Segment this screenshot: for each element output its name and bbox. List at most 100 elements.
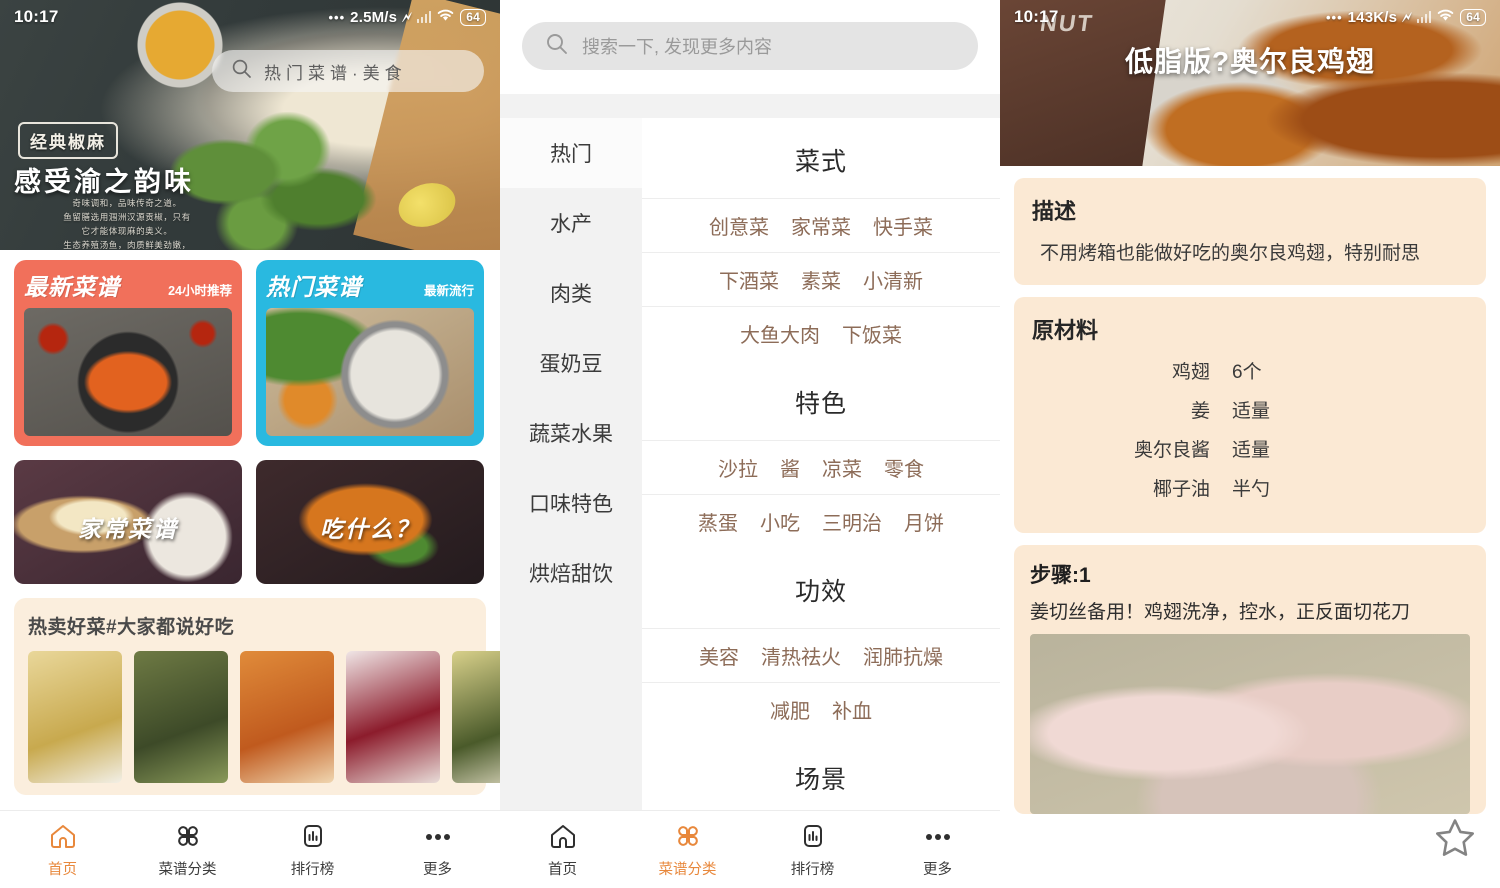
hot-sell-thumbnail-strip[interactable] — [28, 651, 500, 783]
bluetooth-icon: 🗲 — [402, 8, 412, 25]
tab-home[interactable]: 首页 — [0, 821, 125, 879]
sidebar-item-label: 烘焙甜饮 — [529, 563, 613, 586]
hero-line: 它才能体现麻的奥义。 — [81, 226, 173, 237]
category-tag-panel: 菜式 创意菜 家常菜 快手菜 下酒菜 素菜 小清新 大鱼大肉 下饭菜 特色 沙拉… — [642, 118, 1000, 810]
tag-chip[interactable]: 下酒菜 — [719, 265, 779, 294]
more-dots-icon — [921, 821, 955, 851]
tag-chip[interactable]: 家常菜 — [791, 211, 851, 240]
status-right-cluster: ••• 2.5M/s 🗲 64 — [329, 8, 486, 26]
card-hot-recipes[interactable]: 热门菜谱 最新流行 — [256, 260, 484, 446]
step-card: 步骤:1 姜切丝备用！鸡翅洗净，控水，正反面切花刀 — [1014, 545, 1486, 814]
chart-icon — [298, 821, 328, 851]
list-item[interactable] — [134, 651, 228, 783]
card-what-to-eat[interactable]: 吃什么？ — [256, 460, 484, 584]
ingredient-name: 椰子油 — [1152, 479, 1210, 500]
list-item[interactable] — [28, 651, 122, 783]
status-time: 10:17 — [1014, 7, 1059, 26]
tag-chip[interactable]: 快手菜 — [873, 211, 933, 240]
tab-more[interactable]: 更多 — [875, 821, 1000, 879]
tag-chip[interactable]: 大鱼大肉 — [740, 319, 820, 348]
sidebar-item-baking-drinks[interactable]: 烘焙甜饮 — [500, 538, 642, 608]
list-item[interactable] — [346, 651, 440, 783]
tag-chip[interactable]: 减肥 — [770, 695, 810, 724]
card-homestyle-recipes[interactable]: 家常菜谱 — [14, 460, 242, 584]
wifi-icon — [436, 8, 455, 26]
home-icon — [48, 821, 78, 851]
sidebar-item-label: 蛋奶豆 — [539, 353, 603, 376]
tab-categories[interactable]: 菜谱分类 — [625, 821, 750, 879]
hero-line: 鱼留膳选用涠洲汉源贡椒，只有 — [63, 212, 191, 223]
tab-label: 首页 — [48, 861, 77, 878]
tag-chip[interactable]: 凉菜 — [822, 453, 862, 482]
secondary-card-row: 家常菜谱 吃什么？ — [14, 460, 486, 584]
section-title-scene: 场景 — [794, 766, 847, 794]
tag-row: 创意菜 家常菜 快手菜 — [642, 198, 1000, 252]
ingredient-name: 奥尔良酱 — [1133, 440, 1210, 461]
sidebar-item-hot[interactable]: 热门 — [500, 118, 642, 188]
sidebar-item-label: 热门 — [550, 143, 592, 166]
tag-chip[interactable]: 补血 — [832, 695, 872, 724]
wifi-icon — [1436, 8, 1455, 26]
table-row: 姜 适量 — [1032, 396, 1468, 423]
sidebar-item-label: 蔬菜水果 — [529, 423, 613, 446]
card-header: 热门菜谱 最新流行 — [266, 268, 474, 302]
ingredient-name: 鸡翅 — [1171, 362, 1210, 383]
home-icon — [548, 821, 578, 851]
tag-row: 沙拉 酱 凉菜 零食 — [642, 440, 1000, 494]
tag-chip[interactable]: 美容 — [699, 641, 739, 670]
sidebar-item-flavor[interactable]: 口味特色 — [500, 468, 642, 538]
tab-home[interactable]: 首页 — [500, 821, 625, 879]
card-title: 热门菜谱 — [266, 274, 362, 300]
sidebar-item-egg-dairy-bean[interactable]: 蛋奶豆 — [500, 328, 642, 398]
tab-ranking[interactable]: 排行榜 — [250, 821, 375, 879]
tag-row: 蒸蛋 小吃 三明治 月饼 — [642, 494, 1000, 548]
tag-chip[interactable]: 蒸蛋 — [698, 507, 738, 536]
tag-chip[interactable]: 下饭菜 — [842, 319, 902, 348]
search-bar-home[interactable]: 热门菜谱·美食 — [212, 50, 484, 92]
ingredient-amount: 半勺 — [1232, 479, 1271, 500]
status-bar-3: 10:17 ••• 143K/s 🗲 64 — [1000, 0, 1500, 34]
search-input[interactable]: 搜索一下, 发现更多内容 — [522, 22, 978, 70]
tag-chip[interactable]: 清热祛火 — [761, 641, 841, 670]
tag-chip[interactable]: 创意菜 — [709, 211, 769, 240]
tag-row: 减肥 补血 — [642, 682, 1000, 736]
tab-label: 更多 — [923, 861, 952, 878]
tag-chip[interactable]: 酱 — [780, 453, 800, 482]
tab-ranking[interactable]: 排行榜 — [750, 821, 875, 879]
sidebar-item-seafood[interactable]: 水产 — [500, 188, 642, 258]
search-header: 搜索一下, 发现更多内容 — [500, 0, 1000, 94]
description-heading: 描述 — [1032, 199, 1077, 224]
tag-chip[interactable]: 沙拉 — [718, 453, 758, 482]
search-placeholder: 热门菜谱·美食 — [264, 63, 407, 83]
favorite-star-icon[interactable] — [1432, 815, 1478, 866]
tab-categories[interactable]: 菜谱分类 — [125, 821, 250, 879]
sidebar-item-label: 口味特色 — [529, 493, 613, 516]
tag-chip[interactable]: 月饼 — [904, 507, 944, 536]
bottom-tab-bar-2: 首页 菜谱分类 排行榜 更多 — [500, 810, 1000, 888]
tag-row: 大鱼大肉 下饭菜 — [642, 306, 1000, 360]
card-label: 家常菜谱 — [78, 515, 178, 542]
tag-chip[interactable]: 小吃 — [760, 507, 800, 536]
tag-chip[interactable]: 零食 — [884, 453, 924, 482]
list-item[interactable] — [452, 651, 500, 783]
tab-label: 菜谱分类 — [658, 861, 717, 878]
sidebar-item-vegetable-fruit[interactable]: 蔬菜水果 — [500, 398, 642, 468]
card-subtitle: 24小时推荐 — [168, 284, 232, 298]
tag-chip[interactable]: 三明治 — [822, 507, 882, 536]
network-speed: 143K/s — [1347, 8, 1398, 26]
sidebar-item-meat[interactable]: 肉类 — [500, 258, 642, 328]
screen-categories: 搜索一下, 发现更多内容 热门 水产 肉类 蛋奶豆 蔬菜水果 口味特色 烘焙甜饮… — [500, 0, 1000, 888]
tag-chip[interactable]: 小清新 — [863, 265, 923, 294]
hero-line: 奇味调和，品味传奇之道。 — [72, 198, 182, 208]
more-dots-icon — [421, 821, 455, 851]
list-item[interactable] — [240, 651, 334, 783]
tab-more[interactable]: 更多 — [375, 821, 500, 879]
card-latest-recipes[interactable]: 最新菜谱 24小时推荐 — [14, 260, 242, 446]
tab-label: 排行榜 — [790, 861, 835, 878]
search-icon — [230, 57, 254, 86]
hero-banner[interactable]: 经典椒麻 感受渝之韵味 奇味调和，品味传奇之道。 鱼留膳选用涠洲汉源贡椒，只有 … — [0, 0, 500, 274]
ingredient-name: 姜 — [1190, 401, 1210, 422]
tag-chip[interactable]: 润肺抗燥 — [863, 641, 943, 670]
tag-chip[interactable]: 素菜 — [801, 265, 841, 294]
tab-label: 菜谱分类 — [158, 861, 217, 878]
